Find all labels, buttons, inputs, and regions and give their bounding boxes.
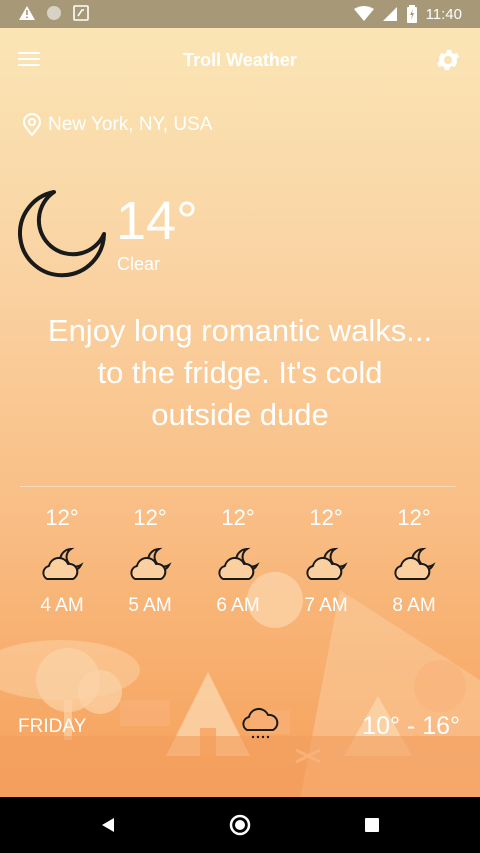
drizzle-cloud-icon [242, 707, 279, 739]
location-name: New York, NY, USA [48, 114, 213, 135]
partly-cloudy-night-icon [394, 547, 436, 580]
hour-time: 4 AM [40, 595, 84, 616]
hourly-forecast: 12° 4 AM 12° 5 AM 12° 6 AM 12° 7 AM 12° … [18, 505, 460, 617]
wifi-icon [353, 6, 374, 21]
hour-time: 6 AM [216, 595, 260, 616]
divider [20, 486, 456, 487]
hour-time: 5 AM [128, 595, 172, 616]
signal-icon [382, 7, 397, 21]
back-icon [102, 818, 114, 832]
recents-button[interactable] [358, 811, 386, 839]
hour-temperature: 12° [309, 505, 343, 530]
system-nav-bar [0, 797, 480, 853]
hour-time: 7 AM [304, 595, 348, 616]
status-bar: 11:40 [0, 0, 480, 28]
app-title: Troll Weather [183, 50, 297, 70]
partly-cloudy-night-icon [306, 547, 348, 580]
partly-cloudy-night-icon [130, 547, 172, 580]
partly-cloudy-night-icon [42, 547, 84, 580]
partly-cloudy-night-icon [218, 547, 260, 580]
location-pin-icon [22, 113, 42, 137]
daily-day: FRIDAY [18, 716, 87, 737]
message-line: to the fridge. It's cold [97, 355, 383, 390]
settings-button[interactable] [434, 46, 462, 74]
moon-icon [18, 190, 106, 278]
home-icon [229, 814, 251, 836]
battery-icon [406, 5, 417, 23]
home-button[interactable] [226, 811, 254, 839]
hourly-item[interactable]: 12° 6 AM [194, 505, 282, 617]
weather-screen: 11:40 Troll Weather New York, NY, USA 14… [0, 0, 480, 853]
gear-icon [436, 49, 460, 71]
message-line: outside dude [151, 397, 329, 432]
hourly-item[interactable]: 12° 8 AM [370, 505, 458, 617]
hourly-item[interactable]: 12° 4 AM [18, 505, 106, 617]
back-button[interactable] [94, 811, 122, 839]
recents-icon [365, 818, 379, 832]
hour-temperature: 12° [133, 505, 167, 530]
status-right-icons: 11:40 [353, 5, 462, 23]
status-time: 11:40 [425, 5, 462, 23]
hour-temperature: 12° [45, 505, 79, 530]
message-line: Enjoy long romantic walks... [47, 313, 433, 348]
sd-card-icon [73, 5, 89, 21]
status-left-icons [18, 5, 90, 21]
app-bar: Troll Weather [0, 28, 480, 92]
hourly-item[interactable]: 12° 7 AM [282, 505, 370, 617]
troll-message: Enjoy long romantic walks... to the frid… [0, 310, 480, 436]
hourly-item[interactable]: 12° 5 AM [106, 505, 194, 617]
hour-temperature: 12° [221, 505, 255, 530]
current-condition: Clear [117, 254, 161, 274]
hour-temperature: 12° [397, 505, 431, 530]
hour-time: 8 AM [392, 595, 436, 616]
daily-temperature-range: 10° - 16° [362, 712, 460, 740]
circle-icon [47, 6, 61, 20]
warning-icon [19, 6, 35, 20]
current-temperature: 14° [116, 191, 198, 251]
location[interactable]: New York, NY, USA [22, 113, 212, 137]
